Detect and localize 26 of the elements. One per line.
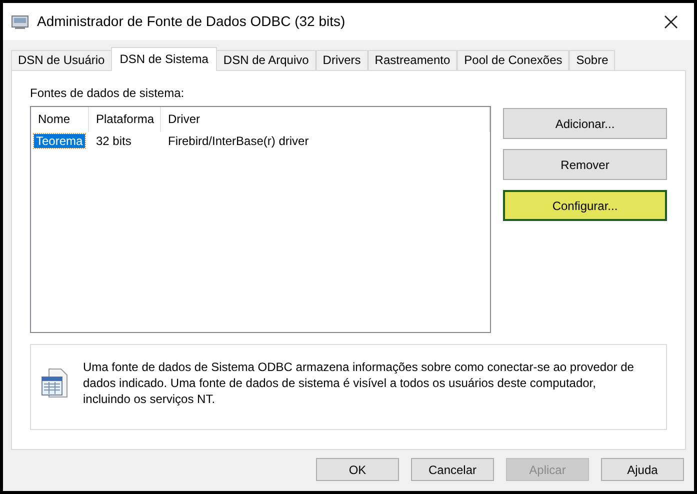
dialog-button[interactable]: Cancelar	[411, 458, 494, 481]
app-icon	[11, 14, 29, 30]
action-button[interactable]: Configurar...	[503, 190, 667, 221]
data-source-list[interactable]: Nome Plataforma Driver Teorema 32 bits Firebird/InterBase(r) driver	[30, 106, 491, 333]
table-cell: Firebird/InterBase(r) driver	[168, 134, 309, 148]
tab[interactable]: DSN de Arquivo	[216, 50, 316, 70]
list-label: Fontes de dados de sistema:	[30, 85, 186, 102]
action-button[interactable]: Adicionar...	[503, 108, 667, 139]
window-title: Administrador de Fonte de Dados ODBC (32 bits)	[37, 12, 346, 31]
table-cell: 32 bits	[96, 134, 132, 148]
tab[interactable]: Pool de Conexões	[457, 50, 570, 70]
dialog-button[interactable]: Ajuda	[601, 458, 684, 481]
tab[interactable]: DSN de Usuário	[11, 50, 112, 70]
tab[interactable]: Rastreamento	[368, 50, 458, 70]
column-header[interactable]: Driver	[161, 107, 490, 132]
tab[interactable]: DSN de Sistema	[110, 47, 218, 71]
dialog-button[interactable]: OK	[316, 458, 399, 481]
column-header[interactable]: Nome	[31, 107, 89, 132]
action-button[interactable]: Remover	[503, 149, 667, 180]
tab[interactable]: Sobre	[569, 50, 616, 70]
table-cell[interactable]: Teorema	[34, 134, 85, 148]
column-header[interactable]: Plataforma	[89, 107, 161, 132]
tab[interactable]: Drivers	[316, 50, 368, 70]
info-text: Uma fonte de dados de Sistema ODBC armazena informações sobre como conectar-se ao provedor de dados indicado. Uma fonte de dados de sistema é visível a todos os usuários deste computador, incluindo os serviços NT.	[83, 359, 635, 407]
close-icon[interactable]	[664, 14, 678, 28]
data-table-icon	[41, 367, 69, 399]
